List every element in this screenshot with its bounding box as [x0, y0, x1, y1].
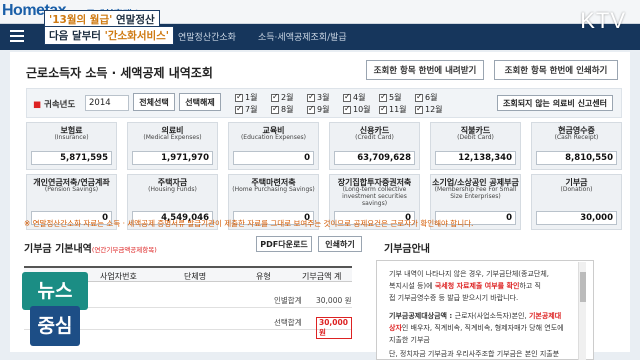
- guide-line: 상자인 배우자, 직계비속, 직계비속, 형제자매가 당해 연도에: [389, 324, 564, 332]
- column-total-amount: 기부금액 계: [302, 272, 342, 281]
- card-subtitle: (Cash Receipt): [554, 134, 599, 141]
- card-subtitle: (Pension Savings): [44, 186, 99, 193]
- month-checkbox-7[interactable]: 7월: [235, 104, 257, 115]
- card-subtitle: (Debit Card): [457, 134, 494, 141]
- card-value: 0: [233, 151, 314, 165]
- filter-bar: ■ 귀속년도 2014 전체선택 선택해제 1월 2월 3월 4월 5월 6월 …: [26, 88, 622, 118]
- month-checkbox-8[interactable]: 8월: [271, 104, 293, 115]
- caption-text: 다음 달부터: [49, 30, 105, 42]
- personal-total-label: 인별합계: [274, 296, 302, 305]
- card-value: 30,000: [536, 211, 617, 225]
- column-org-name: 단체명: [184, 272, 207, 281]
- month-checkbox-11[interactable]: 11월: [379, 104, 407, 115]
- card-subtitle: (Long-term collective investment securit…: [342, 186, 407, 207]
- caption-text: 연말정산: [112, 14, 155, 26]
- month-checkbox-5[interactable]: 5월: [379, 92, 401, 103]
- card-debit-card[interactable]: 직불카드 (Debit Card) 12,138,340: [430, 122, 521, 170]
- nav-item-year-end-settlement[interactable]: 연말정산간소화: [178, 30, 236, 43]
- month-checkbox-6[interactable]: 6월: [415, 92, 437, 103]
- badge-line2: 중심: [30, 306, 80, 346]
- column-type: 유형: [256, 272, 271, 281]
- month-checkbox-9[interactable]: 9월: [307, 104, 329, 115]
- guide-line: 기부금공제대상금액 : 근로자(사업소득자)본인, 기본공제대: [389, 312, 562, 320]
- medical-report-center-button[interactable]: 조회되지 않는 의료비 신고센터: [497, 95, 613, 111]
- card-insurance[interactable]: 보험료 (Insurance) 5,871,595: [26, 122, 117, 170]
- guide-line: 접 기부금영수증 등 발급 받으시기 바랍니다.: [389, 294, 519, 302]
- year-select[interactable]: 2014: [85, 95, 129, 111]
- card-subtitle: (Donation): [560, 186, 593, 193]
- month-checkbox-10[interactable]: 10월: [343, 104, 371, 115]
- card-subtitle: (Home Purchasing Savings): [232, 186, 315, 193]
- card-value: 12,138,340: [435, 151, 516, 165]
- caption-quote: '간소화서비스': [104, 30, 170, 42]
- month-checkbox-2[interactable]: 2월: [271, 92, 293, 103]
- news-focus-badge: 뉴스 중심: [16, 272, 94, 354]
- page-title: 근로소득자 소득 · 세액공제 내역조회: [26, 66, 213, 80]
- guide-line: 단, 정치자금 기부금과 우리사주조합 기부금은 본인 지출분: [389, 350, 560, 358]
- card-value: 1,971,970: [132, 151, 213, 165]
- print-all-button[interactable]: 조회한 항목 한번에 인쇄하기: [494, 60, 618, 80]
- card-cash-receipt[interactable]: 현금영수증 (Cash Receipt) 8,810,550: [531, 122, 622, 170]
- notice-text: ※ 연말정산간소화 자료는 소득 · 세액공제 증명서류 발급기관이 제출한 자…: [24, 219, 474, 228]
- month-checkbox-1[interactable]: 1월: [235, 92, 257, 103]
- card-value: 8,810,550: [536, 151, 617, 165]
- scrollbar-thumb[interactable]: [580, 272, 586, 302]
- card-subtitle: (Membership Fee For Small Size Enterpris…: [434, 186, 517, 200]
- donation-section-title: 기부금 기본내역(연간기부금액공제항목): [24, 244, 157, 255]
- card-credit-card[interactable]: 신용카드 (Credit Card) 63,709,628: [329, 122, 420, 170]
- card-donation[interactable]: 기부금 (Donation) 30,000: [531, 174, 622, 230]
- year-label: ■ 귀속년도: [33, 100, 76, 110]
- hamburger-menu-icon[interactable]: [10, 30, 24, 44]
- deselect-button[interactable]: 선택해제: [179, 93, 221, 111]
- personal-total-value: 30,000 원: [316, 296, 352, 305]
- print-button[interactable]: 인쇄하기: [318, 236, 362, 252]
- guide-title: 기부금안내: [384, 244, 430, 255]
- card-subtitle: (Credit Card): [355, 134, 394, 141]
- month-checkbox-4[interactable]: 4월: [343, 92, 365, 103]
- card-value: 5,871,595: [31, 151, 112, 165]
- guide-line: 복지시설 등)에 국세청 자료제출 여부를 확인하고 직: [389, 282, 541, 290]
- channel-logo: KTV: [580, 8, 626, 33]
- month-checkbox-12[interactable]: 12월: [415, 104, 443, 115]
- caption-quote: '13월의 월급': [49, 14, 113, 26]
- guide-line: 지출한 기부금: [389, 336, 430, 344]
- card-value: 63,709,628: [334, 151, 415, 165]
- guide-scrollbar[interactable]: [578, 262, 586, 360]
- nav-item-deduction-inquiry[interactable]: 소득·세액공제조회/발급: [258, 30, 347, 43]
- donation-section-subtitle: (연간기부금액공제항목): [91, 246, 157, 254]
- card-subtitle: (Housing Funds): [148, 186, 197, 193]
- card-subtitle: (Education Expenses): [240, 134, 307, 141]
- guide-box: 기부 내역이 나타나지 않은 경우, 기부금단체(종교단체, 복지시설 등)에 …: [376, 260, 594, 360]
- month-checkbox-3[interactable]: 3월: [307, 92, 329, 103]
- card-subtitle: (Insurance): [54, 134, 89, 141]
- download-all-button[interactable]: 조회한 항목 한번에 내려받기: [366, 60, 484, 80]
- card-medical[interactable]: 의료비 (Medical Expenses) 1,971,970: [127, 122, 218, 170]
- column-business-number: 사업자번호: [100, 272, 137, 281]
- badge-line1: 뉴스: [22, 272, 88, 310]
- guide-line: 기부 내역이 나타나지 않은 경우, 기부금단체(종교단체,: [389, 270, 549, 278]
- broadcast-caption-line2: 다음 달부터 '간소화서비스': [44, 26, 175, 45]
- select-all-button[interactable]: 전체선택: [133, 93, 175, 111]
- card-education[interactable]: 교육비 (Education Expenses) 0: [228, 122, 319, 170]
- card-subtitle: (Medical Expenses): [143, 134, 202, 141]
- selected-total-value: 30,000 원: [316, 317, 352, 339]
- pdf-download-button[interactable]: PDF다운로드: [256, 236, 312, 252]
- selected-total-label: 선택합계: [274, 318, 302, 327]
